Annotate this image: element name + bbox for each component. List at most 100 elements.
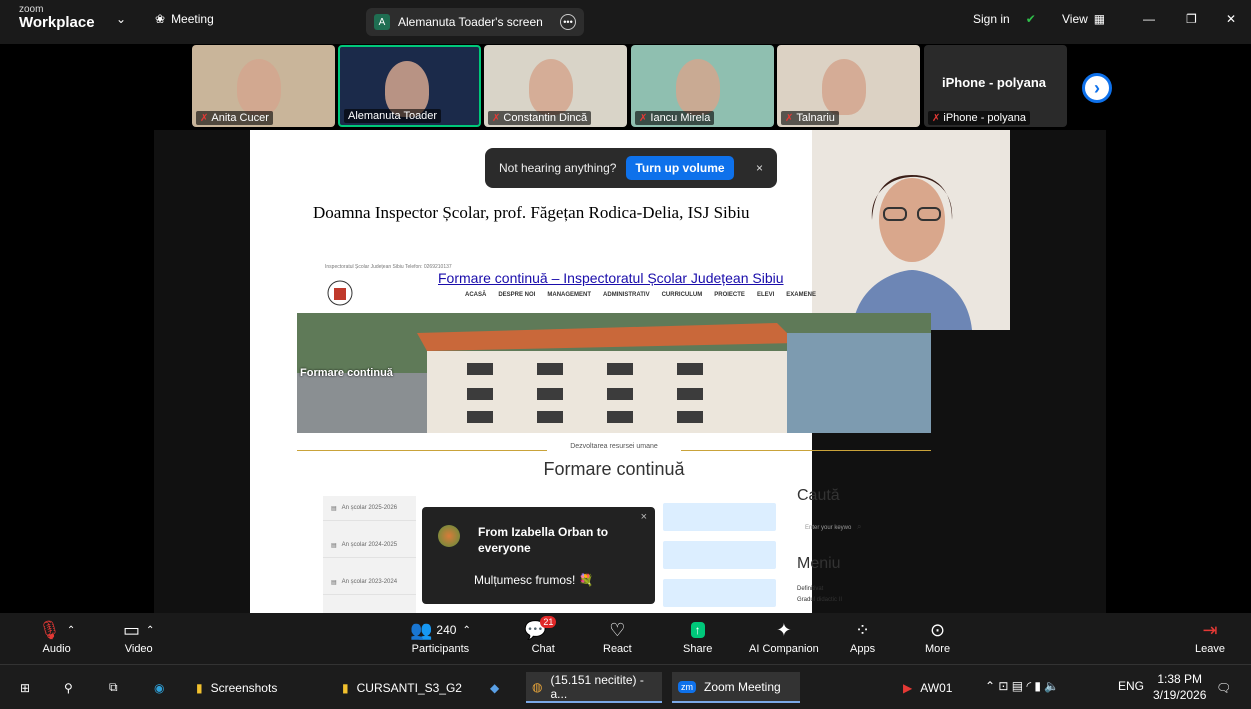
taskbar-item-zoom[interactable]: zm Zoom Meeting [672,672,800,703]
next-page-button[interactable]: › [1082,73,1112,103]
chevron-down-icon[interactable]: ⌄ [116,12,126,26]
flag-icon: ▶ [903,680,913,695]
language-indicator[interactable]: ENG [1118,679,1144,693]
windows-taskbar: ⊞ ⚲ ⧉ ◉ ▮ Screenshots ▮ CURSANTI_S3_G2 ◆… [0,664,1251,709]
tray-icons[interactable]: ⌃ ⊡ ▤ ◜ ▮ 🔈 [985,679,1059,693]
chat-message: Mulțumesc frumos! 💐 [474,573,594,587]
speaker-portrait [812,130,1010,330]
taskbar-item-cursanti[interactable]: ▮ CURSANTI_S3_G2 [336,672,478,703]
screen-share-pill[interactable]: A Alemanuta Toader's screen ••• [366,8,584,36]
participant-name: ✗ Talnariu [781,111,839,125]
participant-tile[interactable]: iPhone - polyana ✗ iPhone - polyana [924,45,1067,127]
share-icon: ↑ [690,617,705,643]
notification-icon[interactable]: 🗨 [1210,672,1237,703]
list-icon: ▤ [331,505,337,512]
participant-name: ✗ Anita Cucer [196,111,273,125]
title-bar: zoom Workplace ⌄ ❀ Meeting A Alemanuta T… [0,0,1251,44]
close-icon[interactable]: × [641,511,647,523]
turn-up-volume-button[interactable]: Turn up volume [626,156,734,180]
participant-tile[interactable]: ✗ Anita Cucer [192,45,335,127]
task-view-icon[interactable]: ⧉ [103,672,124,703]
close-icon[interactable]: × [756,161,763,175]
video-button[interactable]: ▭ ⌃ Video [123,617,154,656]
chat-button[interactable]: 💬 21 Chat [524,616,562,655]
shield-check-icon: ✔ [1025,12,1036,26]
year-list-item[interactable]: ▤ An școlar 2025-2026 [323,496,416,521]
section-title: Formare continuă [543,459,685,479]
site-nav-item[interactable]: ADMINISTRATIV [603,292,650,298]
more-icon[interactable]: ••• [560,14,576,30]
site-nav: ACASĂ DESPRE NOI MANAGEMENT ADMINISTRATIV CU… [465,292,816,298]
chat-notification[interactable]: From Izabella Orban to everyone Mulțumes… [422,507,655,604]
site-nav-item[interactable]: MANAGEMENT [547,292,591,298]
participant-tile[interactable]: ✗ Iancu Mirela [631,45,774,127]
view-button[interactable]: View ▦ [1062,12,1105,26]
react-button[interactable]: ♡ React [603,617,632,656]
meeting-icon: ❀ [155,12,166,26]
edge-icon[interactable]: ◉ [148,672,170,703]
year-list-item[interactable]: ▤ An școlar 2023-2024 [323,570,416,595]
search-icon[interactable]: ⚲ [58,672,79,703]
participant-name: ✗ Constantin Dincă [488,111,592,125]
sign-in-button[interactable]: Sign in ✔ [973,12,1036,26]
mic-off-icon: ✗ [200,112,209,124]
mic-off-icon: ✗ [639,112,648,124]
audio-button[interactable]: 🎙 ⌃ Audio [38,617,75,656]
website-header: Inspectoratul Școlar Județean Sibiu Tele… [297,260,810,315]
apps-button[interactable]: ⁘ Apps [850,617,875,656]
taskbar-item-aw01[interactable]: ▶ AW01 [897,672,958,703]
participant-tile[interactable]: Alemanuta Toader [338,45,481,127]
chrome-icon: ◍ [532,679,543,694]
participant-name: ✗ iPhone - polyana [928,111,1030,125]
search-input[interactable]: Enter your keywo ⌕ [805,522,862,532]
grid-icon: ▦ [1093,12,1106,26]
site-nav-item[interactable]: PROIECTE [714,292,745,298]
participant-face [676,59,720,115]
content-block [663,503,776,531]
search-icon[interactable]: ⌕ [857,522,861,531]
close-button[interactable]: ✕ [1226,12,1236,26]
more-button[interactable]: ⊙ More [925,617,950,656]
clock[interactable]: 1:38 PM 3/19/2026 [1153,671,1206,703]
content-block [663,579,776,607]
ai-companion-button[interactable]: ✦ AI Companion [749,617,819,656]
app-icon[interactable]: ◆ [484,672,505,703]
heart-icon: ♡ [609,619,626,640]
participants-icon: 👥 240 ⌃ [410,619,471,640]
participants-button[interactable]: 👥 240 ⌃ Participants [410,617,471,656]
folder-icon: ▮ [196,680,203,695]
meeting-menu[interactable]: ❀ Meeting [155,12,214,26]
minimize-button[interactable]: — [1143,12,1155,26]
slide-title: Doamna Inspector Școlar, prof. Făgețan R… [313,203,750,222]
zoom-logo: zoom Workplace [19,4,95,31]
menu-item[interactable]: Gradul didactic II [797,597,842,603]
year-list-item[interactable]: ▤ An școlar 2024-2025 [323,533,416,558]
participant-face [237,59,281,115]
site-nav-item[interactable]: EXAMENE [786,292,816,298]
share-button[interactable]: ↑ Share [683,617,712,655]
leave-button[interactable]: ⇥ Leave [1195,617,1225,656]
participant-tile[interactable]: ✗ Constantin Dincă [484,45,627,127]
site-nav-item[interactable]: DESPRE NOI [498,292,535,298]
site-nav-item[interactable]: CURRICULUM [662,292,703,298]
leave-icon: ⇥ [1202,619,1218,640]
taskbar-item-chrome[interactable]: ◍ (15.151 necitite) - a... [526,672,662,703]
participant-face [822,59,866,115]
divider [297,450,547,451]
site-nav-item[interactable]: ELEVI [757,292,774,298]
windows-start-icon[interactable]: ⊞ [14,672,36,703]
divider [681,450,931,451]
page-link[interactable]: Formare continuă – Inspectoratul Școlar … [438,270,784,286]
taskbar-item-screenshots[interactable]: ▮ Screenshots [190,672,314,703]
participant-name: ✗ Iancu Mirela [635,111,715,125]
zoom-icon: zm [678,680,696,693]
tile-title: iPhone - polyana [942,75,1047,90]
folder-icon: ▮ [342,680,349,695]
restore-button[interactable]: ❐ [1186,12,1197,26]
content-block [663,541,776,569]
search-title: Caută [797,487,840,504]
more-icon: ⊙ [929,619,946,640]
site-nav-item[interactable]: ACASĂ [465,292,486,298]
participant-tile[interactable]: ✗ Talnariu [777,45,920,127]
menu-item[interactable]: Definitivat [797,586,823,592]
